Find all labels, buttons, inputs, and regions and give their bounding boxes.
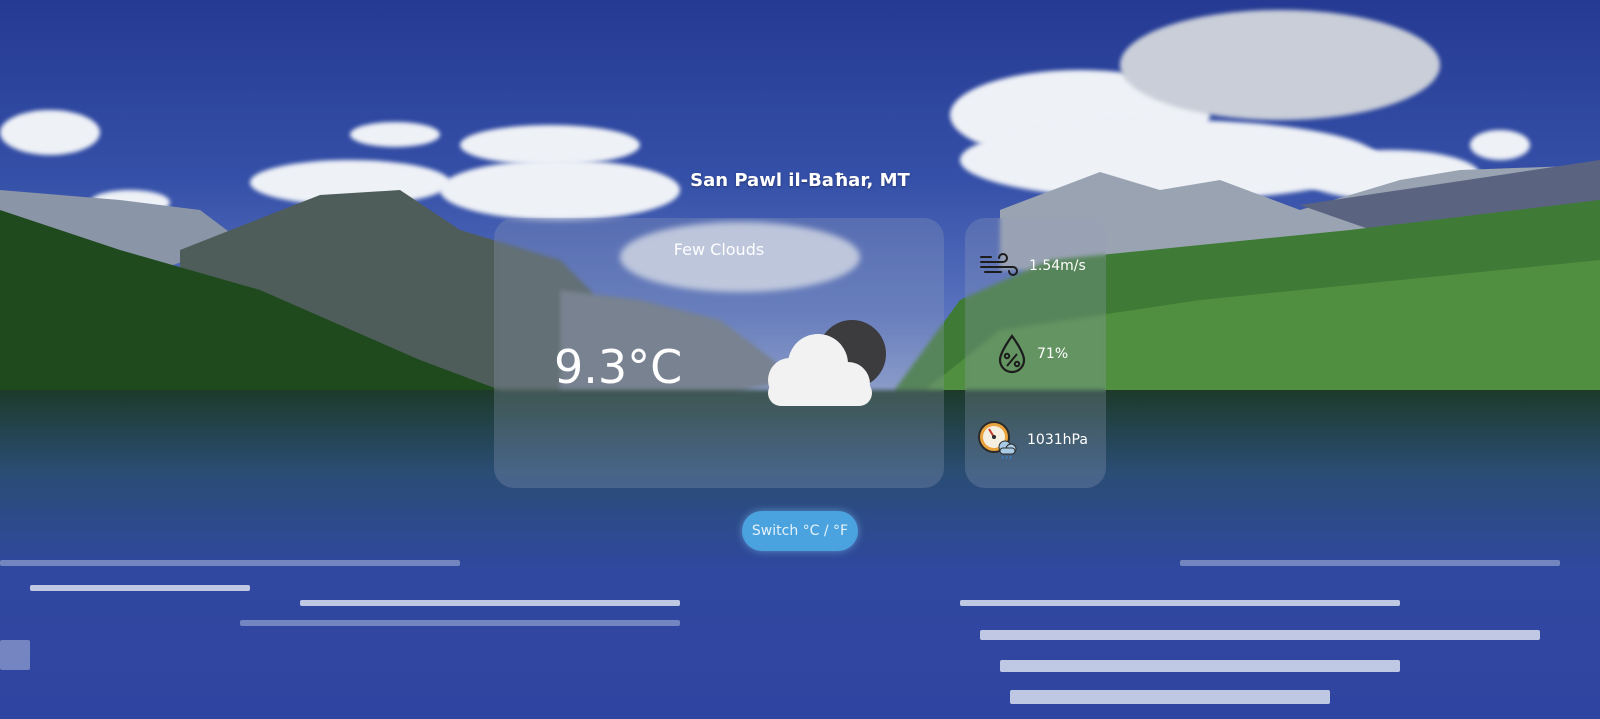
wind-icon	[980, 253, 1018, 276]
temperature: 9.3°C	[554, 340, 683, 394]
reflection	[1010, 690, 1330, 704]
reflection	[30, 585, 250, 591]
cloud	[0, 110, 100, 155]
reflection	[1000, 660, 1400, 672]
stats-card: 1.54m/s 71% 1031hPa	[965, 218, 1106, 488]
cloud	[1120, 10, 1440, 120]
reflection	[0, 560, 460, 566]
barometer-icon	[978, 421, 1017, 460]
switch-units-button[interactable]: Switch °C / °F	[742, 511, 858, 551]
cloud	[350, 122, 440, 147]
wind-value: 1.54m/s	[1029, 258, 1086, 274]
reflection	[980, 630, 1540, 640]
humidity-drop-icon	[998, 334, 1026, 374]
location-title: San Pawl il-Baħar, MT	[690, 170, 910, 191]
humidity-stat: 71%	[965, 334, 1106, 374]
wind-stat: 1.54m/s	[965, 246, 1106, 286]
reflection	[960, 600, 1400, 606]
reflection	[240, 620, 680, 626]
reflection	[0, 640, 30, 670]
pressure-stat: 1031hPa	[965, 420, 1106, 460]
weather-description: Few Clouds	[673, 240, 765, 259]
pressure-value: 1031hPa	[1027, 432, 1088, 448]
reflection	[300, 600, 680, 606]
reflection	[1180, 560, 1560, 566]
cloud-moon-icon	[768, 320, 886, 406]
humidity-value: 71%	[1037, 346, 1069, 362]
weather-card: Few Clouds 9.3°C	[494, 218, 944, 488]
